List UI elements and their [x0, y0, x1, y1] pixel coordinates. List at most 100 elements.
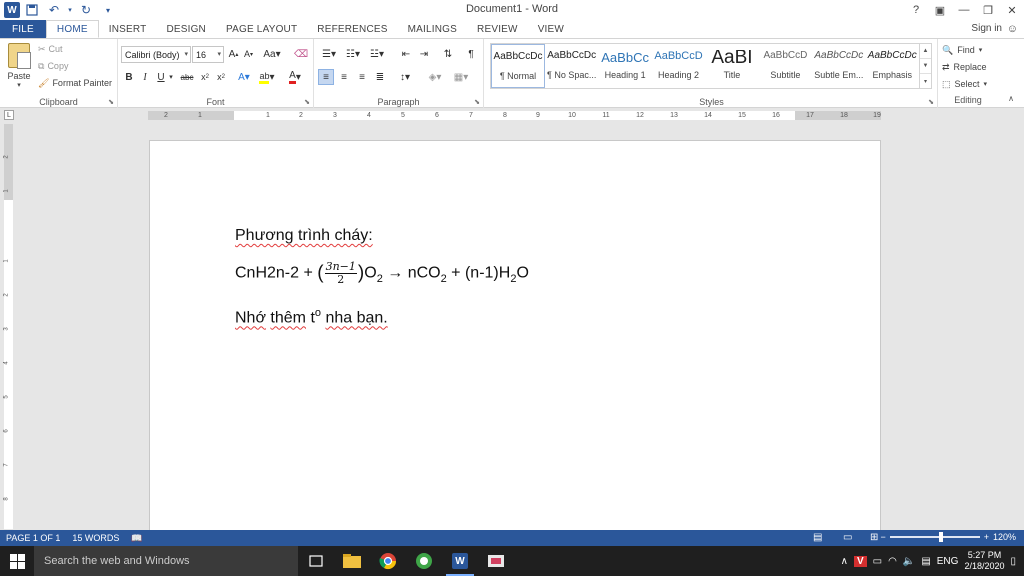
paste-button[interactable]: Paste ▾ — [4, 41, 34, 89]
minimize-button[interactable]: — — [952, 0, 976, 20]
grow-font-button[interactable]: A ▴ — [227, 46, 240, 62]
tab-review[interactable]: REVIEW — [467, 20, 528, 38]
antivirus-icon[interactable]: V — [854, 555, 867, 567]
page-count[interactable]: PAGE 1 OF 1 — [0, 533, 66, 543]
volume-icon[interactable]: 🔈 — [903, 556, 915, 567]
help-button[interactable]: ? — [904, 0, 928, 20]
undo-dropdown-icon[interactable]: ▾ — [66, 1, 74, 19]
taskbar-search-box[interactable]: Search the web and Windows — [34, 546, 298, 576]
superscript-button[interactable]: x2 — [214, 69, 228, 85]
ribbon-display-options-icon[interactable]: ▣ — [928, 0, 952, 20]
cut-button[interactable]: ✂ Cut — [38, 41, 63, 57]
redo-icon[interactable]: ↻ — [76, 1, 96, 19]
zoom-in-button[interactable]: + — [984, 532, 989, 542]
align-right-icon[interactable]: ≡ — [354, 69, 370, 85]
change-case-button[interactable]: Aa▾ — [261, 46, 283, 62]
subscript-button[interactable]: x2 — [198, 69, 212, 85]
sign-in-link[interactable]: Sign in — [971, 23, 1002, 34]
doc-line-3[interactable]: Nhớ thêm to nha bạn. — [235, 307, 388, 327]
vertical-ruler[interactable]: 2 1 1 2 3 4 5 6 7 8 — [4, 124, 13, 529]
sort-icon[interactable]: ⇅ — [440, 46, 456, 62]
shading-icon[interactable]: ◈▾ — [424, 69, 446, 85]
underline-button[interactable]: U — [154, 69, 168, 85]
wifi-icon[interactable]: ◠ — [888, 556, 897, 567]
doc-line-1[interactable]: Phương trình cháy: — [235, 227, 373, 245]
tab-file[interactable]: FILE — [0, 20, 46, 38]
tab-page-layout[interactable]: PAGE LAYOUT — [216, 20, 307, 38]
notification-icon[interactable]: ▯ — [1010, 556, 1016, 567]
snipping-tool-icon[interactable] — [478, 546, 514, 576]
font-color-icon[interactable]: A ▾ — [286, 69, 304, 85]
select-button[interactable]: ⬚ Select ▾ — [942, 76, 987, 92]
equation-fraction[interactable]: 3n−1 2 — [324, 261, 357, 286]
proofing-icon[interactable]: 📖 — [125, 533, 148, 544]
align-center-icon[interactable]: ≡ — [336, 69, 352, 85]
action-center-icon[interactable]: ▤ — [921, 556, 930, 567]
web-layout-icon[interactable]: ⊞ — [870, 532, 878, 543]
italic-button[interactable]: I — [138, 69, 152, 85]
tab-mailings[interactable]: MAILINGS — [398, 20, 467, 38]
bullets-icon[interactable]: ☰▾ — [318, 46, 340, 62]
highlight-color-icon[interactable]: ab ▾ — [258, 69, 276, 85]
show-formatting-marks-icon[interactable]: ¶ — [464, 46, 478, 62]
increase-indent-icon[interactable]: ⇥ — [416, 46, 432, 62]
styles-launcher-icon[interactable]: ⬊ — [928, 98, 934, 106]
justify-icon[interactable]: ≣ — [372, 69, 388, 85]
taskbar-clock[interactable]: 5:27 PM 2/18/2020 — [964, 550, 1004, 572]
zoom-out-button[interactable]: − — [880, 532, 885, 542]
format-painter-button[interactable]: 🖌 Format Painter — [38, 75, 112, 91]
line-spacing-icon[interactable]: ↕▾ — [394, 69, 416, 85]
customize-qat-icon[interactable]: ▾ — [98, 1, 118, 19]
font-launcher-icon[interactable]: ⬊ — [304, 98, 310, 106]
read-mode-icon[interactable]: ▤ — [813, 532, 822, 543]
show-hidden-icons-icon[interactable]: ∧ — [841, 556, 848, 567]
zoom-slider[interactable] — [889, 532, 980, 542]
underline-dropdown-icon[interactable]: ▾ — [167, 69, 175, 85]
paragraph-launcher-icon[interactable]: ⬊ — [474, 98, 480, 106]
word-app-icon[interactable]: W — [4, 2, 20, 18]
battery-icon[interactable]: ▭ — [873, 556, 882, 567]
tab-selector[interactable]: L — [4, 110, 14, 120]
align-left-icon[interactable]: ≡ — [318, 69, 334, 85]
strikethrough-button[interactable]: abc — [178, 69, 196, 85]
input-language[interactable]: ENG — [937, 556, 959, 567]
file-explorer-icon[interactable] — [334, 546, 370, 576]
font-size-combo[interactable]: 16 ▾ — [192, 46, 224, 63]
word-taskbar-icon[interactable]: W — [442, 546, 478, 576]
tab-insert[interactable]: INSERT — [99, 20, 157, 38]
zoom-level[interactable]: 120% — [993, 532, 1016, 542]
decrease-indent-icon[interactable]: ⇤ — [398, 46, 414, 62]
copy-button[interactable]: ⧉ Copy — [38, 58, 68, 74]
font-name-combo[interactable]: Calibri (Body) ▾ — [121, 46, 191, 63]
shrink-font-button[interactable]: A ▾ — [242, 46, 255, 62]
text-effects-icon[interactable]: A▾ — [236, 69, 252, 85]
print-layout-icon[interactable]: ▭ — [843, 532, 852, 543]
tab-view[interactable]: VIEW — [528, 20, 574, 38]
borders-icon[interactable]: ▦▾ — [450, 69, 472, 85]
replace-button[interactable]: ⇄ Replace — [942, 59, 987, 75]
tab-references[interactable]: REFERENCES — [307, 20, 397, 38]
document-area[interactable]: Phương trình cháy: CnH2n-2 + (3n−1 2)O2 →… — [0, 122, 1024, 530]
find-button[interactable]: 🔍 Find ▾ — [942, 42, 982, 58]
document-page[interactable]: Phương trình cháy: CnH2n-2 + (3n−1 2)O2 →… — [149, 140, 881, 530]
tab-home[interactable]: HOME — [45, 20, 99, 38]
start-button[interactable] — [0, 546, 34, 576]
word-count[interactable]: 15 WORDS — [66, 533, 125, 543]
numbering-icon[interactable]: ☷▾ — [342, 46, 364, 62]
multilevel-list-icon[interactable]: ☳▾ — [366, 46, 388, 62]
bold-button[interactable]: B — [122, 69, 136, 85]
save-icon[interactable] — [22, 1, 42, 19]
tab-design[interactable]: DESIGN — [156, 20, 216, 38]
zoom-slider-thumb[interactable] — [939, 532, 944, 542]
task-view-icon[interactable] — [298, 546, 334, 576]
close-button[interactable]: ✕ — [1000, 0, 1024, 20]
ruler-bar[interactable]: 2 1 1 2 3 4 5 6 7 8 9 10 11 12 13 14 15 … — [148, 111, 881, 120]
collapse-ribbon-icon[interactable]: ∧ — [1008, 94, 1014, 103]
restore-button[interactable]: ❐ — [976, 0, 1000, 20]
doc-line-2[interactable]: CnH2n-2 + (3n−1 2)O2 → nCO2 + (n-1)H2O — [235, 261, 529, 286]
undo-icon[interactable]: ↶ — [44, 1, 64, 19]
smiley-feedback-icon[interactable]: ☺ — [1007, 23, 1018, 35]
clipboard-launcher-icon[interactable]: ⬊ — [108, 98, 114, 106]
clear-formatting-icon[interactable]: ⌫ — [294, 46, 308, 62]
coccoc-browser-icon[interactable] — [406, 546, 442, 576]
